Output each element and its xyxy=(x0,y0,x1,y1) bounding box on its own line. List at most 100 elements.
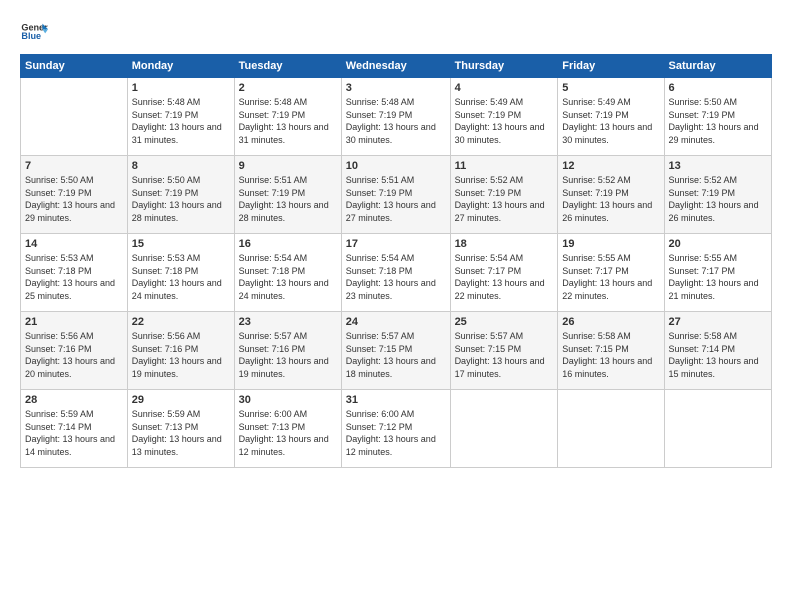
col-header-friday: Friday xyxy=(558,55,664,78)
day-info: Sunrise: 5:59 AMSunset: 7:14 PMDaylight:… xyxy=(25,408,123,458)
day-info: Sunrise: 5:55 AMSunset: 7:17 PMDaylight:… xyxy=(669,252,767,302)
day-info: Sunrise: 6:00 AMSunset: 7:12 PMDaylight:… xyxy=(346,408,446,458)
day-info: Sunrise: 5:52 AMSunset: 7:19 PMDaylight:… xyxy=(562,174,659,224)
cell-week5-day3: 30 Sunrise: 6:00 AMSunset: 7:13 PMDayligh… xyxy=(234,390,341,468)
week-row-1: 1 Sunrise: 5:48 AMSunset: 7:19 PMDaylight… xyxy=(21,78,772,156)
day-info: Sunrise: 5:57 AMSunset: 7:15 PMDaylight:… xyxy=(455,330,554,380)
cell-week4-day5: 25 Sunrise: 5:57 AMSunset: 7:15 PMDayligh… xyxy=(450,312,558,390)
logo: General Blue xyxy=(20,18,48,46)
day-info: Sunrise: 5:49 AMSunset: 7:19 PMDaylight:… xyxy=(455,96,554,146)
svg-text:Blue: Blue xyxy=(21,31,41,41)
cell-week4-day1: 21Sunrise: 5:56 AMSunset: 7:16 PMDayligh… xyxy=(21,312,128,390)
day-number: 28 xyxy=(25,394,123,406)
cell-week2-day2: 8Sunrise: 5:50 AMSunset: 7:19 PMDaylight… xyxy=(127,156,234,234)
day-info: Sunrise: 5:48 AMSunset: 7:19 PMDaylight:… xyxy=(239,96,337,146)
cell-week4-day3: 23 Sunrise: 5:57 AMSunset: 7:16 PMDayligh… xyxy=(234,312,341,390)
day-number: 4 xyxy=(455,82,554,94)
week-row-4: 21Sunrise: 5:56 AMSunset: 7:16 PMDayligh… xyxy=(21,312,772,390)
day-info: Sunrise: 5:58 AMSunset: 7:15 PMDaylight:… xyxy=(562,330,659,380)
day-info: Sunrise: 5:48 AMSunset: 7:19 PMDaylight:… xyxy=(132,96,230,146)
day-number: 27 xyxy=(669,316,767,328)
col-header-monday: Monday xyxy=(127,55,234,78)
cell-week5-day6 xyxy=(558,390,664,468)
day-number: 6 xyxy=(669,82,767,94)
day-info: Sunrise: 5:50 AMSunset: 7:19 PMDaylight:… xyxy=(25,174,123,224)
day-number: 11 xyxy=(455,160,554,172)
day-number: 19 xyxy=(562,238,659,250)
page: General Blue SundayMondayTuesdayWednesda… xyxy=(0,0,792,612)
calendar-table: SundayMondayTuesdayWednesdayThursdayFrid… xyxy=(20,54,772,468)
cell-week5-day7 xyxy=(664,390,771,468)
cell-week1-day7: 6Sunrise: 5:50 AMSunset: 7:19 PMDaylight… xyxy=(664,78,771,156)
day-number: 16 xyxy=(239,238,337,250)
header: General Blue xyxy=(20,18,772,46)
week-row-3: 14 Sunrise: 5:53 AMSunset: 7:18 PMDayligh… xyxy=(21,234,772,312)
day-number: 8 xyxy=(132,160,230,172)
cell-week2-day1: 7 Sunrise: 5:50 AMSunset: 7:19 PMDaylight… xyxy=(21,156,128,234)
cell-week1-day6: 5Sunrise: 5:49 AMSunset: 7:19 PMDaylight… xyxy=(558,78,664,156)
day-number: 31 xyxy=(346,394,446,406)
cell-week1-day2: 1 Sunrise: 5:48 AMSunset: 7:19 PMDaylight… xyxy=(127,78,234,156)
day-number: 18 xyxy=(455,238,554,250)
cell-week3-day6: 19 Sunrise: 5:55 AMSunset: 7:17 PMDayligh… xyxy=(558,234,664,312)
day-info: Sunrise: 6:00 AMSunset: 7:13 PMDaylight:… xyxy=(239,408,337,458)
cell-week5-day4: 31 Sunrise: 6:00 AMSunset: 7:12 PMDayligh… xyxy=(341,390,450,468)
col-header-tuesday: Tuesday xyxy=(234,55,341,78)
day-number: 10 xyxy=(346,160,446,172)
day-info: Sunrise: 5:54 AMSunset: 7:18 PMDaylight:… xyxy=(239,252,337,302)
cell-week1-day3: 2 Sunrise: 5:48 AMSunset: 7:19 PMDaylight… xyxy=(234,78,341,156)
day-number: 3 xyxy=(346,82,446,94)
week-row-5: 28 Sunrise: 5:59 AMSunset: 7:14 PMDayligh… xyxy=(21,390,772,468)
day-number: 29 xyxy=(132,394,230,406)
cell-week3-day1: 14Sunrise: 5:53 AMSunset: 7:18 PMDayligh… xyxy=(21,234,128,312)
day-info: Sunrise: 5:56 AMSunset: 7:16 PMDaylight:… xyxy=(25,330,123,380)
day-number: 30 xyxy=(239,394,337,406)
day-number: 9 xyxy=(239,160,337,172)
day-info: Sunrise: 5:54 AMSunset: 7:17 PMDaylight:… xyxy=(455,252,554,302)
cell-week3-day2: 15 Sunrise: 5:53 AMSunset: 7:18 PMDayligh… xyxy=(127,234,234,312)
cell-week3-day5: 18 Sunrise: 5:54 AMSunset: 7:17 PMDayligh… xyxy=(450,234,558,312)
cell-week5-day5 xyxy=(450,390,558,468)
cell-week2-day4: 10Sunrise: 5:51 AMSunset: 7:19 PMDayligh… xyxy=(341,156,450,234)
cell-week1-day1 xyxy=(21,78,128,156)
day-info: Sunrise: 5:57 AMSunset: 7:15 PMDaylight:… xyxy=(346,330,446,380)
day-info: Sunrise: 5:51 AMSunset: 7:19 PMDaylight:… xyxy=(239,174,337,224)
day-number: 25 xyxy=(455,316,554,328)
day-info: Sunrise: 5:54 AMSunset: 7:18 PMDaylight:… xyxy=(346,252,446,302)
col-header-saturday: Saturday xyxy=(664,55,771,78)
day-info: Sunrise: 5:58 AMSunset: 7:14 PMDaylight:… xyxy=(669,330,767,380)
week-row-2: 7 Sunrise: 5:50 AMSunset: 7:19 PMDaylight… xyxy=(21,156,772,234)
cell-week3-day3: 16 Sunrise: 5:54 AMSunset: 7:18 PMDayligh… xyxy=(234,234,341,312)
day-number: 7 xyxy=(25,160,123,172)
calendar-body: 1 Sunrise: 5:48 AMSunset: 7:19 PMDaylight… xyxy=(21,78,772,468)
day-info: Sunrise: 5:55 AMSunset: 7:17 PMDaylight:… xyxy=(562,252,659,302)
day-number: 20 xyxy=(669,238,767,250)
col-header-thursday: Thursday xyxy=(450,55,558,78)
day-info: Sunrise: 5:53 AMSunset: 7:18 PMDaylight:… xyxy=(132,252,230,302)
day-number: 14 xyxy=(25,238,123,250)
day-number: 1 xyxy=(132,82,230,94)
cell-week1-day4: 3Sunrise: 5:48 AMSunset: 7:19 PMDaylight… xyxy=(341,78,450,156)
day-number: 24 xyxy=(346,316,446,328)
cell-week4-day7: 27 Sunrise: 5:58 AMSunset: 7:14 PMDayligh… xyxy=(664,312,771,390)
logo-icon: General Blue xyxy=(20,18,48,46)
day-info: Sunrise: 5:57 AMSunset: 7:16 PMDaylight:… xyxy=(239,330,337,380)
cell-week5-day1: 28 Sunrise: 5:59 AMSunset: 7:14 PMDayligh… xyxy=(21,390,128,468)
cell-week1-day5: 4 Sunrise: 5:49 AMSunset: 7:19 PMDaylight… xyxy=(450,78,558,156)
cell-week2-day7: 13Sunrise: 5:52 AMSunset: 7:19 PMDayligh… xyxy=(664,156,771,234)
day-number: 23 xyxy=(239,316,337,328)
day-info: Sunrise: 5:52 AMSunset: 7:19 PMDaylight:… xyxy=(669,174,767,224)
cell-week3-day7: 20 Sunrise: 5:55 AMSunset: 7:17 PMDayligh… xyxy=(664,234,771,312)
cell-week2-day3: 9 Sunrise: 5:51 AMSunset: 7:19 PMDaylight… xyxy=(234,156,341,234)
cell-week3-day4: 17Sunrise: 5:54 AMSunset: 7:18 PMDayligh… xyxy=(341,234,450,312)
day-info: Sunrise: 5:59 AMSunset: 7:13 PMDaylight:… xyxy=(132,408,230,458)
day-number: 15 xyxy=(132,238,230,250)
day-number: 2 xyxy=(239,82,337,94)
col-header-sunday: Sunday xyxy=(21,55,128,78)
day-number: 5 xyxy=(562,82,659,94)
day-number: 12 xyxy=(562,160,659,172)
day-number: 26 xyxy=(562,316,659,328)
column-headers: SundayMondayTuesdayWednesdayThursdayFrid… xyxy=(21,55,772,78)
cell-week2-day6: 12 Sunrise: 5:52 AMSunset: 7:19 PMDayligh… xyxy=(558,156,664,234)
day-number: 22 xyxy=(132,316,230,328)
